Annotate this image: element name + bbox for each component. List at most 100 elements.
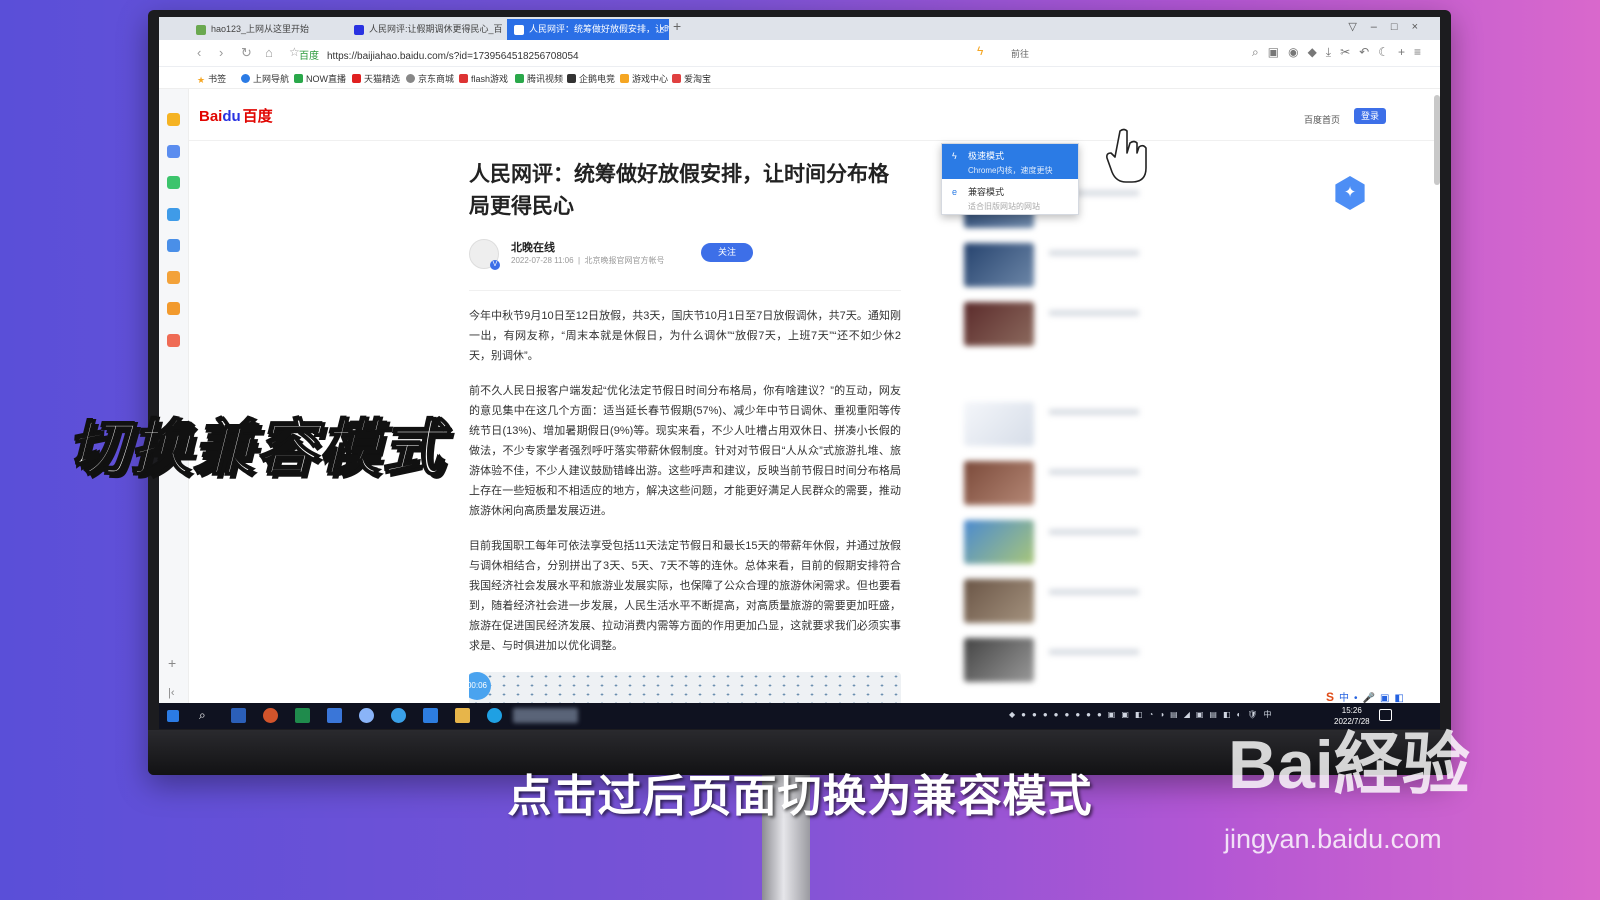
- bookmark-item[interactable]: 天猫精选: [352, 72, 400, 85]
- window-controls[interactable]: ▽–□×: [1348, 20, 1432, 33]
- baidu-jingyan-watermark: Bai経验 jingyan.baidu.com: [1224, 727, 1470, 854]
- toolbar-icons[interactable]: ⌕▣◉◆⤓✂↶☾+≡: [1252, 45, 1430, 60]
- powerpoint-icon[interactable]: [263, 708, 278, 723]
- speed-mode-option[interactable]: ϟ 极速模式 Chrome内核，速度更快: [942, 144, 1078, 179]
- screen: hao123_上网从这里开始 人民网评:让假期调休更得民心_百度百 人民网评：统…: [159, 17, 1440, 729]
- folder-icon[interactable]: [455, 708, 470, 723]
- bookmark-item[interactable]: 京东商城: [406, 72, 454, 85]
- qq-browser-icon[interactable]: [487, 708, 502, 723]
- author-name[interactable]: 北晚在线: [511, 239, 555, 255]
- overlay-title: 切换兼容模式: [67, 414, 446, 483]
- excel-icon[interactable]: [295, 708, 310, 723]
- site-header: Baidu 百度 百度首页 登录: [189, 89, 1440, 141]
- tab-renmin-1[interactable]: 人民网评:让假期调休更得民心_百度百: [347, 19, 502, 40]
- penguin-icon: [567, 74, 576, 83]
- author-meta: 2022-07-28 11:06 | 北京晚报官网官方帐号: [511, 256, 665, 265]
- related-text-line: [1049, 250, 1139, 256]
- game-icon: [620, 74, 629, 83]
- bookmark-item[interactable]: 企鹅电竞: [567, 72, 615, 85]
- app-icon[interactable]: [423, 708, 438, 723]
- paragraph: 前不久人民日报客户端发起“优化法定节假日时间分布格局，你有啥建议？”的互动，网友…: [469, 385, 901, 517]
- taskbar-app-preview[interactable]: [513, 708, 578, 723]
- new-tab-button[interactable]: +: [673, 18, 681, 34]
- video-timer: 00:06: [469, 672, 491, 700]
- address-bar: ‹ › ↻ ⌂ ☆ 百度 https://baijiahao.baidu.com/…: [159, 40, 1440, 67]
- bookmark-item[interactable]: 腾讯视频: [515, 72, 563, 85]
- note-icon[interactable]: [167, 302, 180, 315]
- windows-start-icon[interactable]: [167, 710, 179, 722]
- related-text-line: [1049, 469, 1139, 475]
- tab-close-icon[interactable]: ×: [659, 19, 665, 40]
- video-player[interactable]: 00:06: [469, 672, 901, 703]
- app-icon[interactable]: [167, 208, 180, 221]
- baidu-logo[interactable]: Baidu 百度: [199, 105, 273, 126]
- compat-mode-option[interactable]: e 兼容模式 适合旧版网站的网站: [942, 180, 1078, 215]
- tab-renmin-active[interactable]: 人民网评：统筹做好放假安排，让时 ×: [507, 19, 669, 40]
- ime-toolbar[interactable]: S中•🎤▣◧: [1326, 689, 1409, 703]
- left-sidebar: + |‹: [159, 89, 189, 703]
- bird-badge-icon[interactable]: ✦: [1335, 176, 1365, 210]
- app-icon[interactable]: [327, 708, 342, 723]
- related-thumb[interactable]: [964, 638, 1034, 682]
- home-icon[interactable]: ⌂: [265, 45, 273, 60]
- history-icon[interactable]: [167, 145, 180, 158]
- tab-hao123[interactable]: hao123_上网从这里开始: [189, 19, 344, 40]
- globe-icon: [406, 74, 415, 83]
- bookmark-item[interactable]: 上网导航: [241, 72, 289, 85]
- lightning-icon: ϟ: [952, 151, 957, 161]
- sogou-icon: S: [1326, 690, 1340, 703]
- scrollbar[interactable]: [1434, 95, 1440, 185]
- go-button[interactable]: 前往: [1011, 47, 1029, 60]
- bookmark-item[interactable]: flash游戏: [459, 72, 508, 85]
- notification-icon[interactable]: [1379, 709, 1392, 721]
- related-thumb[interactable]: [964, 243, 1034, 287]
- wechat-icon[interactable]: [167, 176, 180, 189]
- system-tray[interactable]: ◆●●●●●●●●▣▣◧◔◑▤◢▣▤◧◐🛡中: [1009, 709, 1278, 720]
- word-icon[interactable]: [231, 708, 246, 723]
- nav-icon: [241, 74, 250, 83]
- related-text-line: [1049, 649, 1139, 655]
- browser-icon[interactable]: [359, 708, 374, 723]
- hand-cursor-icon: [1106, 128, 1147, 183]
- related-thumb[interactable]: [964, 461, 1034, 505]
- article-title: 人民网评：统筹做好放假安排，让时间分布格局更得民心: [469, 163, 889, 218]
- bookmarks-bar: ★ 书签 上网导航 NOW直播 天猫精选 京东商城 flash游戏 腾讯视频 企鹅…: [159, 67, 1440, 89]
- related-thumb[interactable]: [964, 520, 1034, 564]
- avatar[interactable]: V: [469, 239, 500, 270]
- related-articles: [964, 184, 1164, 697]
- bookmark-item[interactable]: NOW直播: [294, 72, 346, 85]
- follow-button[interactable]: 关注: [701, 243, 753, 262]
- favorites-icon[interactable]: [167, 113, 180, 126]
- kernel-mode-menu: ϟ 极速模式 Chrome内核，速度更快 e 兼容模式 适合旧版网站的网站: [941, 143, 1079, 215]
- bookmark-item[interactable]: ★ 书签: [197, 72, 226, 86]
- related-thumb[interactable]: [964, 579, 1034, 623]
- paragraph: 目前我国职工每年可依法享受包括11天法定节假日和最长15天的带薪年休假，并通过放…: [469, 540, 901, 652]
- baidu-paw-icon: [354, 25, 364, 35]
- article: 人民网评：统筹做好放假安排，让时间分布格局更得民心 V 北晚在线 2022-07…: [469, 159, 901, 703]
- search-icon[interactable]: ⌕: [199, 708, 214, 723]
- add-icon[interactable]: +: [168, 655, 181, 671]
- refresh-icon[interactable]: ↻: [241, 45, 252, 61]
- related-text-line: [1049, 529, 1139, 535]
- back-icon[interactable]: ‹: [197, 45, 201, 60]
- baidu-home-link[interactable]: 百度首页: [1304, 113, 1340, 126]
- login-button[interactable]: 登录: [1354, 108, 1386, 124]
- url-field[interactable]: 百度 https://baijiahao.baidu.com/s?id=17395…: [299, 47, 579, 62]
- video-icon: [515, 74, 524, 83]
- edge-icon[interactable]: [391, 708, 406, 723]
- collapse-icon[interactable]: |‹: [168, 687, 181, 700]
- search-icon[interactable]: [167, 271, 180, 284]
- bookmark-item[interactable]: 爱淘宝: [672, 72, 711, 85]
- tmall-icon: [352, 74, 361, 83]
- forward-icon[interactable]: ›: [219, 45, 223, 60]
- cloud-icon[interactable]: [167, 239, 180, 252]
- game-icon[interactable]: [167, 334, 180, 347]
- kernel-lightning-icon[interactable]: ϟ: [977, 44, 991, 60]
- related-thumb[interactable]: [964, 302, 1034, 346]
- bookmark-item[interactable]: 游戏中心: [620, 72, 668, 85]
- monitor: hao123_上网从这里开始 人民网评:让假期调休更得民心_百度百 人民网评：统…: [148, 10, 1451, 775]
- related-thumb[interactable]: [964, 402, 1034, 446]
- now-icon: [294, 74, 303, 83]
- baidu-paw-icon: [514, 25, 524, 35]
- clock[interactable]: 15:26 2022/7/28: [1334, 705, 1370, 727]
